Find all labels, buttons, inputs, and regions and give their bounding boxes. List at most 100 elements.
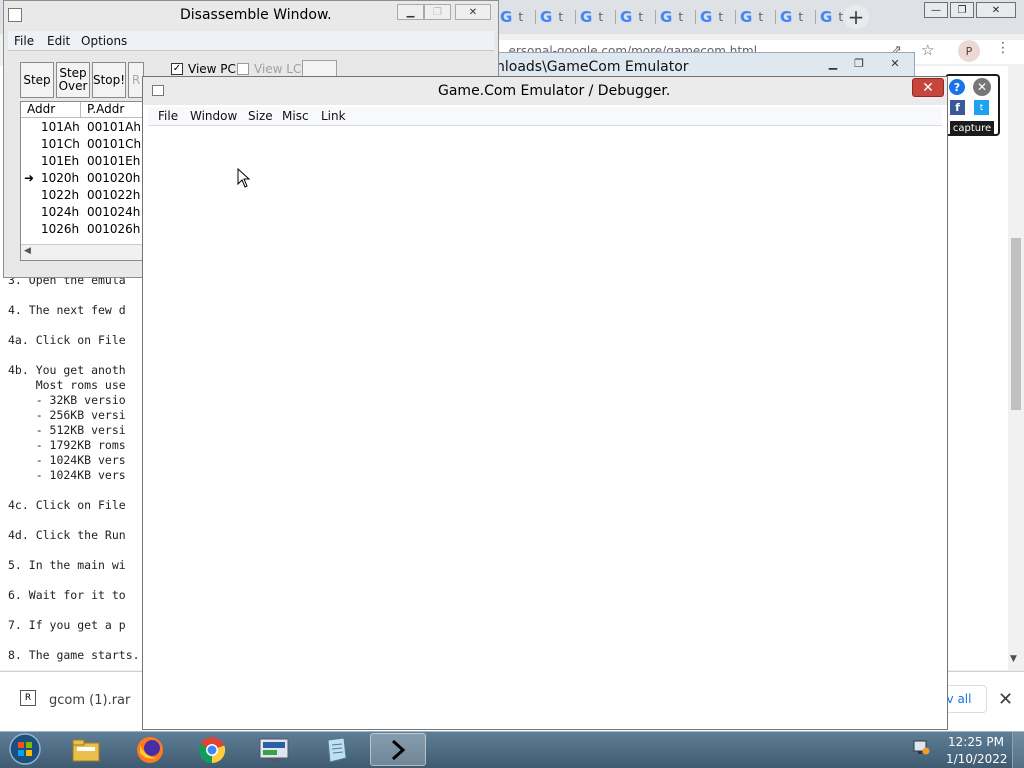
taskbar-firefox[interactable] [122,733,178,766]
debugger-menu-size[interactable]: Size [248,109,273,123]
folder-close-button[interactable]: ✕ [882,55,908,71]
facebook-icon[interactable]: f [950,100,965,115]
google-favicon-icon: G [500,8,513,26]
taskbar-terminal[interactable] [370,733,426,766]
page-text-line: - 1024KB vers [8,453,126,467]
debugger-close-button[interactable]: ✕ [912,78,944,97]
disassembly-row[interactable]: 101Ch 00101Ch [21,137,143,154]
chevron-right-icon [391,739,406,760]
disassemble-maximize-button[interactable]: ❐ [424,4,451,20]
google-favicon-icon: G [740,8,753,26]
page-text-line: 4d. Click the Run [8,528,126,542]
page-text-line: - 32KB versio [8,393,126,407]
capture-button[interactable]: capture [950,121,994,135]
bookmark-star-icon[interactable]: ☆ [921,41,934,59]
view-pc-checkbox[interactable]: ✓ [171,63,183,75]
view-lc-checkbox[interactable] [237,63,249,75]
browser-tab[interactable]: Gt [574,6,616,28]
page-text-line: - 512KB versi [8,423,126,437]
download-filename[interactable]: gcom (1).rar [49,693,130,708]
disassembly-row[interactable]: 1026h 001026h [21,222,143,239]
row-paddr: 001022h [87,188,141,202]
browser-tab-label: t [678,10,684,24]
twitter-icon[interactable]: t [974,100,989,115]
folder-maximize-button[interactable]: ❐ [846,55,872,71]
disassembly-row[interactable]: 1024h 001024h [21,205,143,222]
start-button[interactable] [4,732,46,766]
browser-maximize-button[interactable]: ❐ [950,2,974,18]
disassemble-menu-edit[interactable]: Edit [47,34,70,48]
column-header-paddr[interactable]: P.Addr [81,102,143,118]
browser-tab[interactable]: Gt [694,6,736,28]
notepad-icon [327,736,347,763]
row-paddr: 00101Eh [87,154,141,168]
debugger-menu-file[interactable]: File [158,109,178,123]
google-favicon-icon: G [580,8,593,26]
disassemble-menu-file[interactable]: File [14,34,34,48]
disassembly-row[interactable]: ➜ 1020h 001020h [21,171,143,188]
debugger-client-area[interactable] [148,127,942,727]
step-button[interactable]: Step [20,62,54,98]
disassemble-close-button[interactable]: ✕ [455,4,491,20]
browser-tab[interactable]: Gt [654,6,696,28]
browser-tab[interactable]: Gt [734,6,776,28]
taskbar-monitor[interactable] [246,733,302,766]
row-addr: 101Eh [41,154,80,168]
google-favicon-icon: G [820,8,833,26]
network-tray-icon[interactable] [912,738,930,756]
firefox-icon [137,736,163,763]
google-favicon-icon: G [540,8,553,26]
page-scrollbar-thumb[interactable] [1011,238,1021,410]
new-tab-button[interactable]: + [843,5,869,29]
google-favicon-icon: G [620,8,633,26]
profile-avatar[interactable]: P [958,40,980,62]
page-text-line [8,348,140,363]
page-text-line: 6. Wait for it to [8,588,126,602]
step-over-button[interactable]: Step Over [56,62,90,98]
scroll-left-arrow-icon[interactable]: ◀ [24,246,31,256]
scroll-down-arrow-icon[interactable]: ▼ [1010,654,1017,664]
disassembly-row[interactable]: 101Eh 00101Eh [21,154,143,171]
browser-tab[interactable]: Gt [774,6,816,28]
disassembly-hscrollbar[interactable] [21,244,143,260]
disassemble-menu-options[interactable]: Options [81,34,127,48]
debugger-menu-link[interactable]: Link [321,109,346,123]
disassemble-minimize-button[interactable]: ▁ [397,4,424,20]
clock-time[interactable]: 12:25 PM [948,735,1004,749]
browser-tab-label: t [518,10,524,24]
clock-date[interactable]: 1/10/2022 [946,752,1008,766]
folder-minimize-button[interactable]: ▁ [820,55,846,71]
column-header-addr[interactable]: Addr [21,102,81,118]
row-paddr: 001020h [87,171,141,185]
disassembly-row[interactable]: 101Ah 00101Ah [21,120,143,137]
taskbar-notepad[interactable] [308,733,364,766]
browser-tab-label: t [718,10,724,24]
taskbar-chrome[interactable] [184,733,240,766]
debugger-menu-misc[interactable]: Misc [282,109,309,123]
browser-tab[interactable]: Gt [614,6,656,28]
stop-button[interactable]: Stop! [92,62,126,98]
browser-tab[interactable]: Gt [534,6,576,28]
view-pc-label: View PC [188,62,236,76]
row-addr: 1026h [41,222,80,236]
chrome-icon [199,736,226,763]
page-text-line [8,318,140,333]
page-text-line: 7. If you get a p [8,618,126,632]
page-text-line [8,573,140,588]
download-shelf-close-icon[interactable]: ✕ [998,689,1013,710]
view-lc-label: View LC [254,62,302,76]
page-text-line [8,633,140,648]
page-text-line [8,603,140,618]
browser-close-button[interactable]: ✕ [976,2,1016,18]
browser-minimize-button[interactable]: — [924,2,948,18]
widget-close-icon[interactable]: ✕ [973,78,991,96]
taskbar-explorer[interactable] [58,733,114,766]
help-icon[interactable]: ? [949,79,965,95]
show-desktop-button[interactable] [1012,732,1024,768]
browser-menu-icon[interactable]: ⋮ [996,40,1010,56]
browser-tab-label: t [638,10,644,24]
browser-tab[interactable]: Gt [494,6,536,28]
disassemble-window-title: Disassemble Window. [180,7,332,23]
disassembly-row[interactable]: 1022h 001022h [21,188,143,205]
debugger-menu-window[interactable]: Window [190,109,237,123]
